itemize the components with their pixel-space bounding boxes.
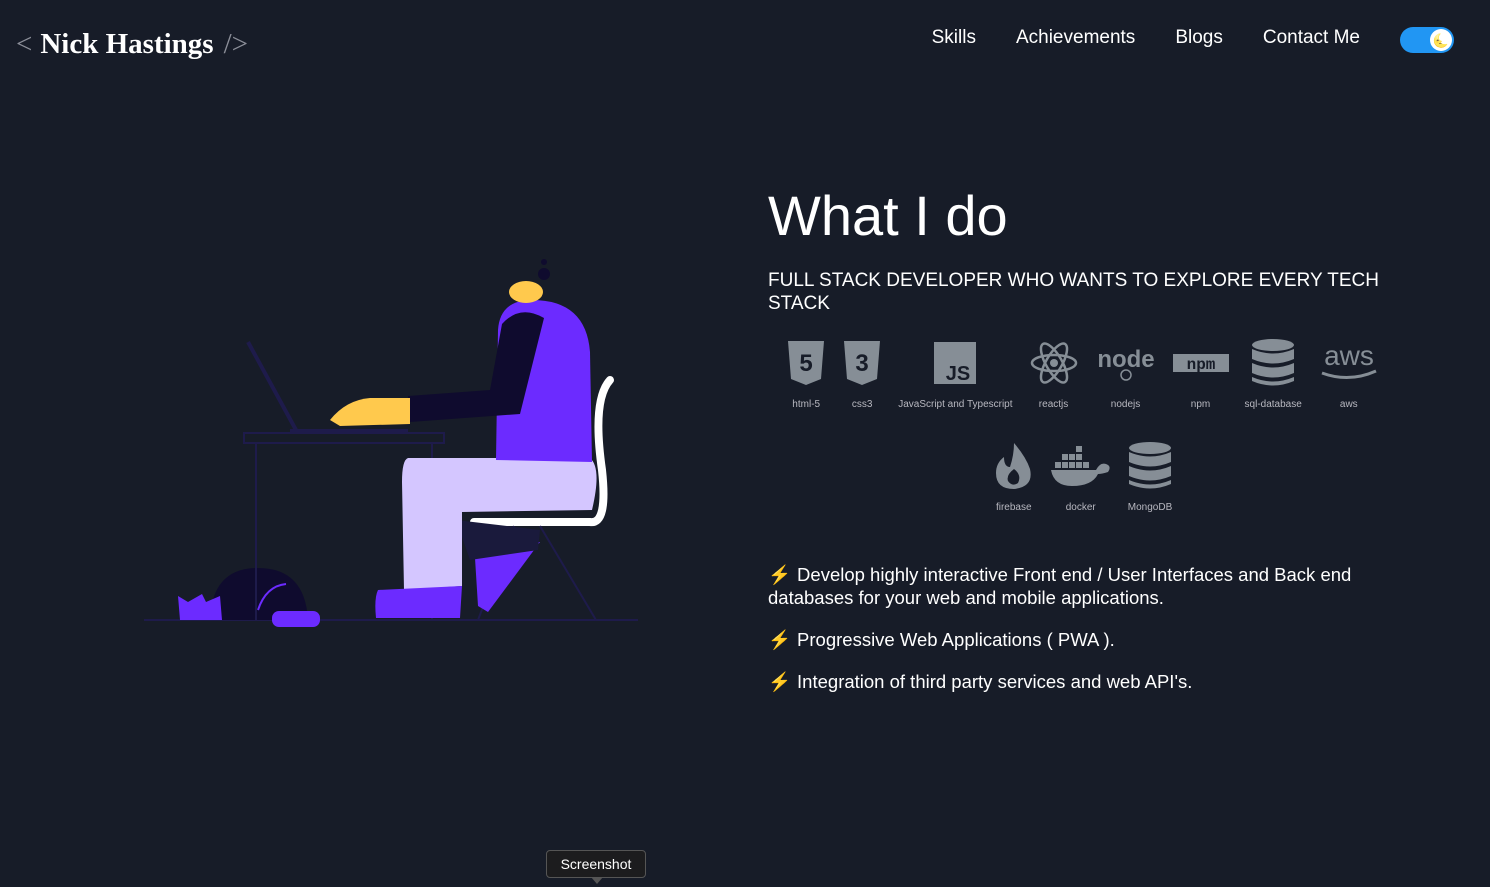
service-item: ⚡ Integration of third party services and… <box>768 670 1398 693</box>
service-item: ⚡ Develop highly interactive Front end / … <box>768 563 1398 609</box>
nav-achievements[interactable]: Achievements <box>1016 27 1135 49</box>
skill-label: nodejs <box>1110 399 1141 411</box>
screenshot-tooltip: Screenshot <box>546 850 646 884</box>
person-illustration <box>330 259 597 618</box>
npm-icon: npm <box>1172 335 1229 391</box>
moon-icon: 🌜 <box>1430 29 1452 51</box>
skill-item: aws aws <box>1310 335 1388 410</box>
skill-label: sql-database <box>1244 399 1302 411</box>
database-icon <box>1251 335 1295 391</box>
lightning-icon: ⚡ <box>768 629 792 651</box>
service-text: Develop highly interactive Front end / U… <box>768 564 1352 609</box>
skill-item: reactjs <box>1021 335 1087 410</box>
lightning-icon: ⚡ <box>768 671 792 693</box>
skill-item: JS JavaScript and Typescript <box>890 335 1020 410</box>
database-icon <box>1128 438 1172 494</box>
logo-open-bracket: < <box>16 28 33 60</box>
what-i-do-section: What I do FULL STACK DEVELOPER WHO WANTS… <box>768 182 1398 712</box>
section-subtitle: FULL STACK DEVELOPER WHO WANTS TO EXPLOR… <box>768 270 1379 315</box>
node-icon: node <box>1095 335 1157 391</box>
skill-label: reactjs <box>1038 399 1069 411</box>
skill-label: docker <box>1065 502 1096 514</box>
service-item: ⚡ Progressive Web Applications ( PWA ). <box>768 628 1398 651</box>
skill-label: JavaScript and Typescript <box>898 399 1013 411</box>
aws-icon: aws <box>1318 335 1380 391</box>
skill-item: firebase <box>986 438 1042 513</box>
nav-contact-me[interactable]: Contact Me <box>1263 27 1360 49</box>
svg-text:node: node <box>1097 346 1154 373</box>
docker-icon <box>1050 438 1112 494</box>
main-nav: Skills Achievements Blogs Contact Me <box>932 27 1360 49</box>
skill-item: docker <box>1042 438 1120 513</box>
js-icon: JS <box>934 335 977 391</box>
svg-text:aws: aws <box>1324 341 1374 371</box>
skill-item: npm npm <box>1165 335 1237 410</box>
skill-label: npm <box>1190 399 1211 411</box>
logo-name: Nick Hastings <box>40 28 214 60</box>
skill-item: 5 html-5 <box>778 335 834 410</box>
lightning-icon: ⚡ <box>768 564 792 586</box>
nav-skills[interactable]: Skills <box>932 27 976 49</box>
service-text: Progressive Web Applications ( PWA ). <box>797 629 1115 651</box>
skill-item: sql-database <box>1237 335 1310 410</box>
logo-close-bracket: /> <box>223 28 249 60</box>
skill-item: node nodejs <box>1087 335 1165 410</box>
skill-label: MongoDB <box>1127 502 1173 514</box>
html5-icon: 5 <box>788 335 825 391</box>
cat-illustration <box>178 568 320 627</box>
skills-list: 5 html-5 3 css3 JS JavaScript and Typesc… <box>768 335 1398 513</box>
services-list: ⚡ Develop highly interactive Front end / … <box>768 563 1398 693</box>
skill-label: firebase <box>995 502 1032 514</box>
developer-illustration <box>144 259 638 627</box>
skill-item: 3 css3 <box>834 335 890 410</box>
service-text: Integration of third party services and … <box>797 671 1193 693</box>
svg-text:npm: npm <box>1186 356 1215 374</box>
section-title: What I do <box>768 184 1008 247</box>
svg-text:3: 3 <box>856 350 869 377</box>
site-logo[interactable]: < Nick Hastings /> <box>16 28 248 61</box>
nav-blogs[interactable]: Blogs <box>1175 27 1223 49</box>
svg-text:5: 5 <box>800 350 813 377</box>
firebase-icon <box>994 438 1034 494</box>
skill-label: css3 <box>851 399 873 411</box>
skill-label: aws <box>1339 399 1358 411</box>
skill-label: html-5 <box>792 399 821 411</box>
skill-item: MongoDB <box>1120 438 1180 513</box>
react-icon <box>1029 335 1079 391</box>
css3-icon: 3 <box>844 335 881 391</box>
svg-text:JS: JS <box>946 363 970 384</box>
theme-toggle[interactable]: 🌜 <box>1400 27 1454 53</box>
